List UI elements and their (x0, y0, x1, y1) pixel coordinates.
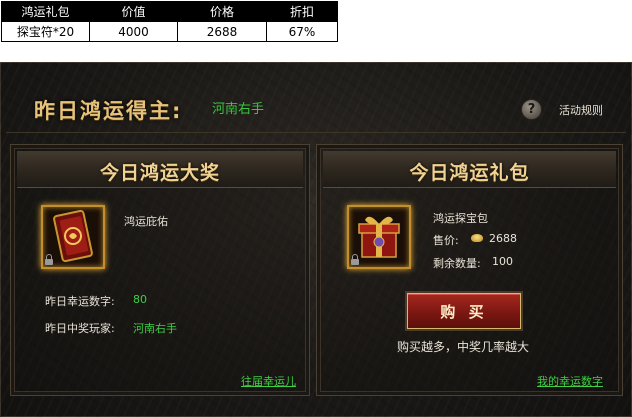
price-label: 售价: (433, 234, 459, 247)
gift-box-icon[interactable] (347, 205, 411, 269)
yesterday-winner-name: 河南右手 (212, 102, 265, 117)
lucky-event-panel: 昨日鸿运得主: 河南右手 ? 活动规则 今日鸿运大奖 鸿运庇佑 昨日幸运数字: … (0, 62, 632, 417)
prize-winner-value: 河南右手 (133, 322, 177, 335)
card-title-bar: 今日鸿运大奖 (17, 151, 303, 188)
lock-icon (351, 254, 359, 265)
buy-button-label: 购 买 (440, 303, 488, 321)
grand-prize-item-name: 鸿运庇佑 (124, 215, 168, 228)
spec-cell-gift: 探宝符*20 (1, 21, 90, 42)
spec-header-gift: 鸿运礼包 (1, 1, 90, 22)
spec-header-discount: 折扣 (266, 1, 338, 22)
my-lucky-numbers-link[interactable]: 我的幸运数字 (537, 373, 603, 389)
lucky-number-label: 昨日幸运数字: (45, 295, 115, 308)
price-value: 2688 (489, 232, 517, 245)
gift-spec-table: 鸿运礼包 价值 价格 折扣 探宝符*20 4000 2688 67% (1, 1, 338, 42)
gift-pack-item-name: 鸿运探宝包 (433, 212, 488, 225)
past-winners-link[interactable]: 往届幸运儿 (241, 373, 296, 389)
lucky-number-value: 80 (133, 293, 147, 306)
panel-header: 昨日鸿运得主: 河南右手 ? 活动规则 (6, 68, 626, 133)
daily-gift-pack-title: 今日鸿运礼包 (409, 162, 530, 184)
yesterday-winner-title: 昨日鸿运得主: (34, 99, 183, 123)
remaining-label: 剩余数量: (433, 257, 481, 270)
daily-grand-prize-title: 今日鸿运大奖 (99, 162, 220, 184)
help-icon[interactable]: ? (521, 99, 542, 120)
talisman-card-graphic (53, 209, 93, 263)
card-title-bar: 今日鸿运礼包 (323, 151, 616, 188)
spec-cell-price: 2688 (177, 21, 267, 42)
spec-cell-value: 4000 (89, 21, 178, 42)
spec-cell-discount: 67% (266, 21, 338, 42)
purchase-hint: 购买越多，中奖几率越大 (397, 340, 530, 354)
spec-header-value: 价值 (89, 1, 178, 22)
spec-data-row: 探宝符*20 4000 2688 67% (1, 21, 338, 42)
daily-gift-pack-card: 今日鸿运礼包 鸿运探宝包 售价: 2688 剩余数量: 100 购 买 购买越多… (316, 144, 623, 396)
talisman-card-icon[interactable] (41, 205, 105, 269)
event-rules-link[interactable]: 活动规则 (559, 102, 603, 118)
spec-header-row: 鸿运礼包 价值 价格 折扣 (1, 1, 338, 22)
spec-header-price: 价格 (177, 1, 267, 22)
gift-box-graphic (358, 216, 400, 258)
gold-ingot-icon (471, 234, 483, 242)
remaining-value: 100 (492, 255, 513, 268)
lock-icon (45, 254, 53, 265)
prize-winner-label: 昨日中奖玩家: (45, 322, 115, 335)
daily-grand-prize-card: 今日鸿运大奖 鸿运庇佑 昨日幸运数字: 80 昨日中奖玩家: 河南右手 往届幸运… (10, 144, 310, 396)
buy-button[interactable]: 购 买 (407, 293, 521, 329)
